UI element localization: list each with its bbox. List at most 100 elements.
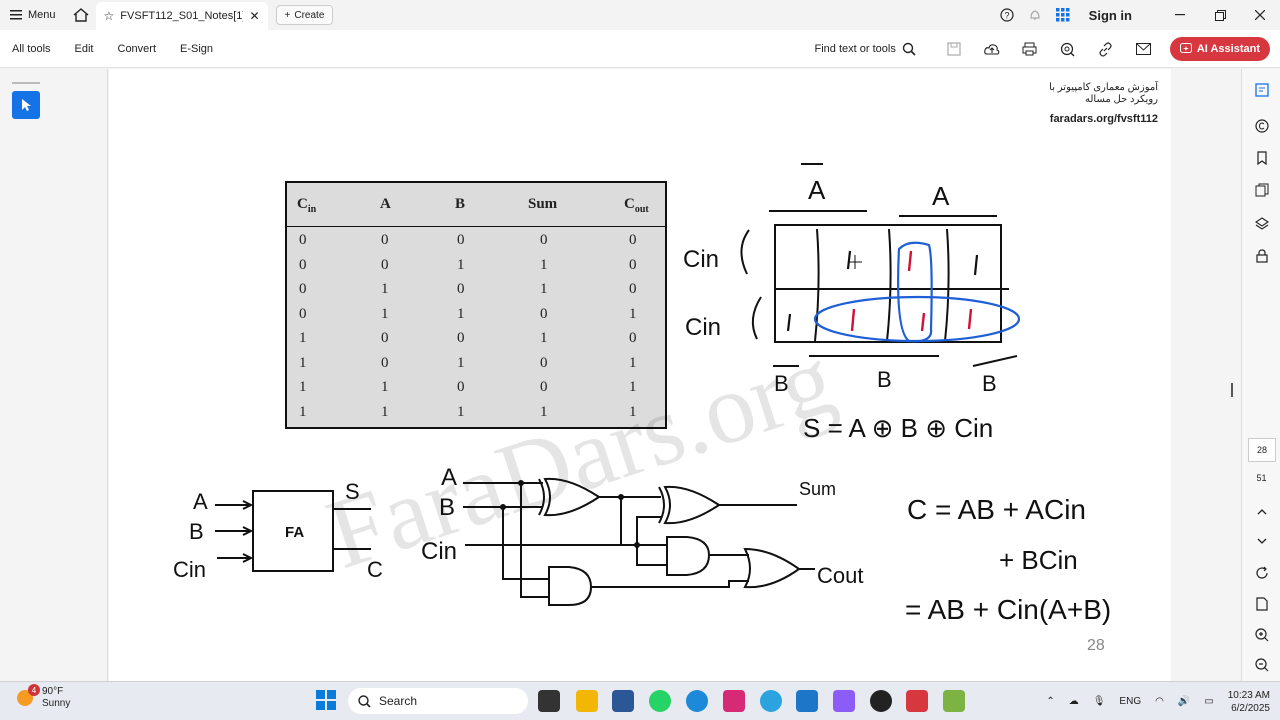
scroll-indicator[interactable] — [1231, 383, 1233, 397]
notifications-button[interactable] — [1021, 0, 1049, 30]
volume-icon[interactable]: 🔊 — [1178, 696, 1190, 707]
refresh-icon — [1255, 566, 1268, 579]
close-window-button[interactable] — [1240, 0, 1280, 30]
pages-button[interactable] — [1242, 175, 1280, 205]
clock-time: 10:23 AM — [1227, 689, 1270, 701]
circuit-input-b: B — [439, 494, 455, 521]
language-indicator[interactable]: ENG — [1119, 696, 1141, 707]
whatsapp-icon[interactable] — [649, 690, 671, 712]
search-doc-button[interactable] — [1050, 30, 1086, 68]
layers-icon — [1254, 217, 1269, 230]
fa-arrow-b — [215, 526, 254, 536]
bookmarks-button[interactable] — [1242, 143, 1280, 173]
weather-widget[interactable]: 4 90°F Sunny — [14, 684, 70, 710]
edit-menu[interactable]: Edit — [63, 43, 106, 55]
xor-gate-1 — [543, 477, 601, 517]
game-app-icon[interactable] — [943, 690, 965, 712]
security-button[interactable] — [1242, 241, 1280, 271]
help-button[interactable]: ? — [993, 0, 1021, 30]
layers-button[interactable] — [1242, 209, 1280, 239]
select-tool-button[interactable] — [12, 91, 40, 119]
next-page-button[interactable] — [1242, 526, 1280, 556]
carry-equation-1: C = AB + ACin — [907, 494, 1086, 525]
apps-button[interactable] — [1049, 0, 1077, 30]
create-label: Create — [294, 9, 325, 21]
junction-2 — [500, 504, 506, 510]
edge-browser-icon[interactable] — [686, 690, 708, 712]
equations: S = A ⊕ B ⊕ Cin C = AB + ACin + BCin = A… — [803, 413, 1111, 625]
create-button[interactable]: + Create — [275, 5, 334, 25]
current-page-input[interactable]: 28 — [1248, 438, 1276, 462]
telegram-icon[interactable] — [760, 690, 782, 712]
close-icon — [1255, 10, 1265, 20]
zoom-out-button[interactable] — [1242, 650, 1280, 680]
clock[interactable]: 10:23 AM 6/2/2025 — [1228, 689, 1270, 715]
acrobat-icon[interactable] — [906, 690, 928, 712]
left-tool-rail — [0, 69, 108, 681]
search-placeholder: Search — [379, 694, 418, 708]
browser-tab-bar: Menu ☆ FVSFT112_S01_Notes[1]... ✕ + Crea… — [0, 0, 1280, 30]
convert-menu[interactable]: Convert — [106, 43, 169, 55]
taskbar-search[interactable]: Search — [348, 688, 528, 714]
copilot-icon[interactable] — [833, 690, 855, 712]
all-tools-menu[interactable]: All tools — [0, 43, 63, 55]
search-icon — [358, 694, 371, 708]
zoom-in-icon — [1254, 628, 1268, 642]
kmap-label-cin-1: Cin — [683, 246, 719, 273]
mail-icon — [1136, 43, 1152, 55]
sign-in-button[interactable]: Sign in — [1089, 8, 1132, 23]
close-tab-icon[interactable]: ✕ — [249, 9, 259, 23]
battery-icon[interactable]: ▭ — [1204, 696, 1213, 707]
vscode-icon[interactable] — [796, 690, 818, 712]
start-button[interactable] — [316, 690, 336, 715]
save-page-button[interactable] — [1242, 589, 1280, 619]
sum-equation: S = A ⊕ B ⊕ Cin — [803, 413, 993, 443]
total-pages: 51 — [1256, 473, 1267, 483]
print-button[interactable] — [1012, 30, 1048, 68]
star-icon[interactable]: ☆ — [104, 9, 115, 23]
copyright-icon — [1254, 119, 1269, 133]
menu-button[interactable]: Menu — [0, 0, 66, 30]
and-gate-2 — [548, 566, 593, 606]
xor-gate-2 — [663, 485, 721, 525]
ai-assistant-button[interactable]: AI Assistant — [1169, 37, 1270, 61]
zoom-in-button[interactable] — [1242, 620, 1280, 650]
minimize-button[interactable] — [1160, 0, 1200, 30]
chevron-up-icon — [1257, 509, 1266, 515]
upload-button[interactable] — [974, 30, 1010, 68]
document-page: آموزش معماری کامپیوتر با رویکرد حل مساله… — [109, 69, 1171, 681]
windows-taskbar: 4 90°F Sunny Search ⌃ ☁ 🎙 ENG ◠ 🔊 ▭ 10:2… — [0, 681, 1280, 720]
file-explorer-icon[interactable] — [576, 690, 598, 712]
task-view-icon[interactable] — [538, 690, 560, 712]
kmap-ones-red — [850, 250, 973, 332]
kmap-one-r1c4 — [973, 254, 979, 276]
comment-panel-button[interactable] — [1242, 75, 1280, 105]
find-tools-button[interactable]: Find text or tools — [815, 42, 916, 56]
chrome-icon[interactable] — [870, 690, 892, 712]
kmap-col-divider-3 — [944, 228, 950, 342]
kmap-group-vertical — [897, 241, 933, 343]
wifi-icon[interactable]: ◠ — [1155, 696, 1164, 707]
kmap-label-notA: A — [808, 175, 826, 205]
fa-input-cin: Cin — [173, 557, 206, 582]
document-tab[interactable]: ☆ FVSFT112_S01_Notes[1]... ✕ — [95, 2, 268, 30]
right-sidebar: 28 51 — [1241, 69, 1280, 681]
chevron-up-icon[interactable]: ⌃ — [1046, 696, 1054, 707]
instagram-icon[interactable] — [723, 690, 745, 712]
previous-page-button[interactable] — [1242, 497, 1280, 527]
fa-output-c: C — [367, 557, 383, 582]
rotate-button[interactable] — [1242, 558, 1280, 588]
attribution-button[interactable] — [1242, 111, 1280, 141]
vpn-app-icon[interactable] — [612, 690, 634, 712]
cloud-icon[interactable]: ☁ — [1069, 696, 1079, 707]
kmap-groups — [813, 241, 1021, 343]
save-button[interactable] — [936, 30, 972, 68]
link-button[interactable] — [1088, 30, 1124, 68]
home-button[interactable] — [66, 0, 96, 30]
esign-menu[interactable]: E-Sign — [168, 43, 225, 55]
fa-arrow-a — [215, 500, 254, 510]
restore-button[interactable] — [1200, 0, 1240, 30]
email-button[interactable] — [1126, 30, 1162, 68]
search-icon — [902, 42, 916, 56]
microphone-icon[interactable]: 🎙 — [1093, 696, 1106, 707]
